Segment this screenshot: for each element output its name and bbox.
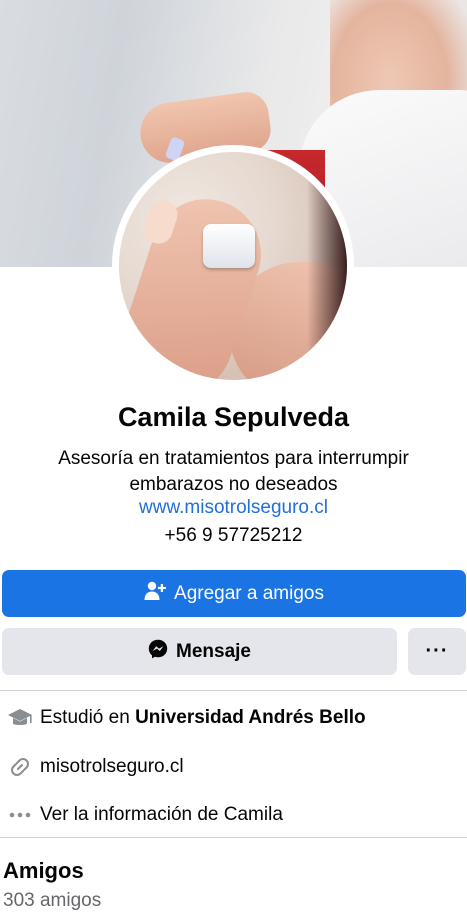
divider xyxy=(0,690,467,691)
friends-count[interactable]: 303 amigos xyxy=(3,890,101,912)
messenger-icon xyxy=(148,639,168,665)
profile-website-link[interactable]: www.misotrolseguro.cl xyxy=(0,497,467,519)
avatar[interactable] xyxy=(119,152,347,380)
more-options-label: ··· xyxy=(425,640,449,662)
profile-phone: +56 9 57725212 xyxy=(164,525,303,546)
info-row-link[interactable]: misotrolseguro.cl xyxy=(0,752,467,782)
graduation-cap-icon xyxy=(0,707,40,729)
more-dots-icon xyxy=(0,812,40,818)
friends-title[interactable]: Amigos xyxy=(3,858,84,884)
more-options-button[interactable]: ··· xyxy=(408,628,466,675)
link-text[interactable]: misotrolseguro.cl xyxy=(40,756,184,778)
add-friend-button[interactable]: Agregar a amigos xyxy=(2,570,466,617)
message-label: Mensaje xyxy=(176,640,251,662)
info-row-education: Estudió en Universidad Andrés Bello xyxy=(0,703,467,733)
profile-name: Camila Sepulveda xyxy=(117,402,350,432)
message-button[interactable]: Mensaje xyxy=(2,628,397,675)
link-icon xyxy=(0,755,40,779)
education-text: Estudió en Universidad Andrés Bello xyxy=(40,707,366,729)
add-friend-icon xyxy=(144,581,166,607)
education-prefix: Estudió en xyxy=(40,707,136,728)
info-row-see-info[interactable]: Ver la información de Camila xyxy=(0,800,467,830)
avatar-pill xyxy=(203,224,255,268)
avatar-shadow xyxy=(307,152,347,380)
education-school[interactable]: Universidad Andrés Bello xyxy=(135,707,366,728)
divider xyxy=(0,837,467,838)
add-friend-label: Agregar a amigos xyxy=(174,582,324,604)
see-info-text[interactable]: Ver la información de Camila xyxy=(40,804,283,826)
profile-bio: Asesoría en tratamientos para interrumpi… xyxy=(58,448,409,495)
